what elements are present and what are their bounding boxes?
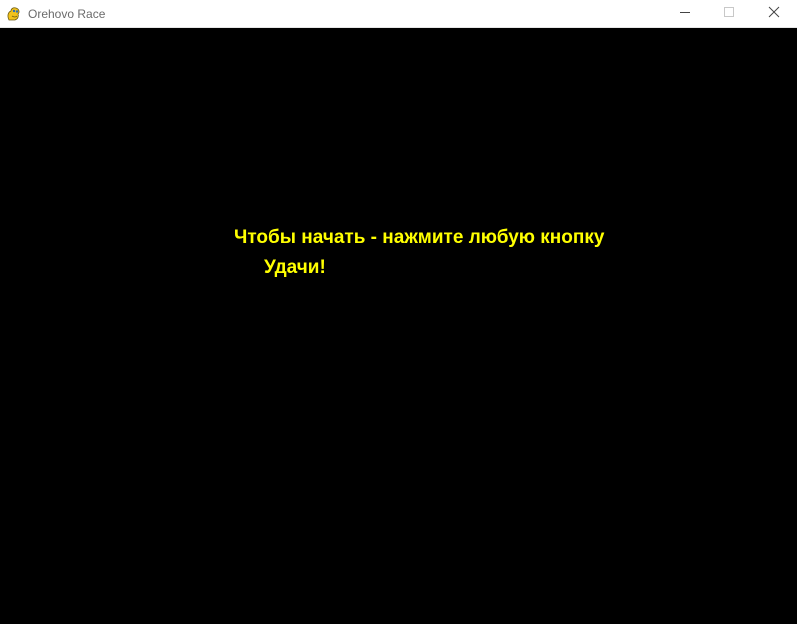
minimize-button[interactable] xyxy=(662,0,708,28)
minimize-icon xyxy=(679,5,691,23)
game-canvas[interactable]: Чтобы начать - нажмите любую кнопку Удач… xyxy=(0,28,797,624)
close-button[interactable] xyxy=(751,0,797,28)
window-title: Orehovo Race xyxy=(28,7,106,21)
app-window: Orehovo Race Чтобы начать - нажмите любу… xyxy=(0,0,797,624)
title-bar[interactable]: Orehovo Race xyxy=(0,0,797,28)
luck-message: Удачи! xyxy=(264,257,326,278)
pygame-snake-icon xyxy=(6,6,22,22)
close-icon xyxy=(768,5,780,23)
start-message: Чтобы начать - нажмите любую кнопку xyxy=(234,227,605,248)
maximize-icon xyxy=(723,5,735,23)
maximize-button[interactable] xyxy=(706,0,752,28)
